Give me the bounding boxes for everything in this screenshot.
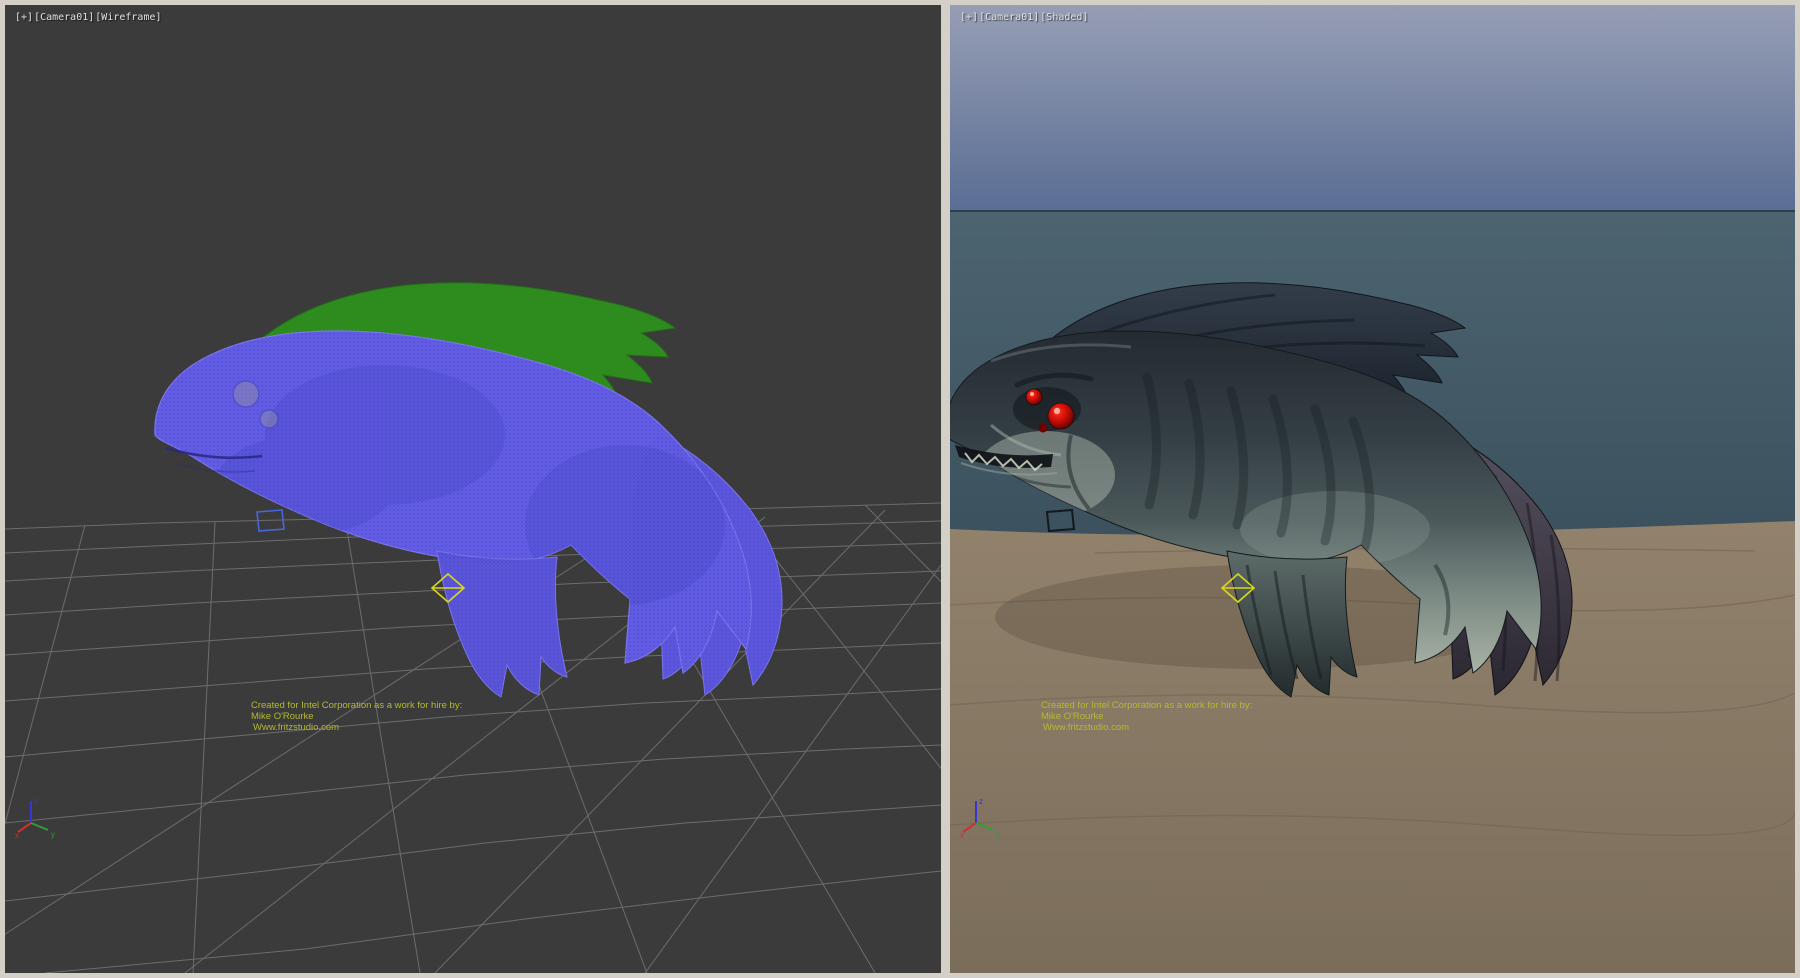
axis-x-label: x xyxy=(15,831,19,839)
viewport-label-left: [+] [Camera01] [Wireframe] xyxy=(15,12,162,23)
viewport-divider[interactable] xyxy=(941,5,950,973)
viewport-label-right: [+] [Camera01] [Shaded] xyxy=(960,12,1088,23)
camera-name-label[interactable]: [Camera01] xyxy=(979,12,1039,23)
fish-eye xyxy=(233,381,259,407)
eye-highlight xyxy=(1030,392,1034,396)
sky xyxy=(950,5,1795,212)
fish-eye-small xyxy=(1039,424,1048,433)
shaded-scene-canvas[interactable] xyxy=(950,5,1795,973)
world-axis-tripod: z x y xyxy=(15,793,59,839)
viewport-menu-button[interactable]: [+] xyxy=(15,12,33,23)
fish-eye-red xyxy=(1026,389,1042,405)
viewport-menu-button[interactable]: [+] xyxy=(960,12,978,23)
fish-eye xyxy=(260,410,278,428)
axis-y-label: y xyxy=(51,830,55,839)
world-axis-tripod: z x y xyxy=(960,793,1004,839)
axis-z-label: z xyxy=(34,797,38,806)
shading-mode-label[interactable]: [Wireframe] xyxy=(95,12,161,23)
axis-y-label: y xyxy=(996,830,1000,839)
camera-name-label[interactable]: [Camera01] xyxy=(34,12,94,23)
fish-eye-red xyxy=(1048,403,1074,429)
wireframe-scene-canvas[interactable] xyxy=(5,5,941,973)
axis-x-label: x xyxy=(960,831,964,839)
shading-mode-label[interactable]: [Shaded] xyxy=(1040,12,1088,23)
eye-highlight xyxy=(1054,408,1060,414)
axis-z-label: z xyxy=(979,797,983,806)
viewport-left[interactable]: [+] [Camera01] [Wireframe] xyxy=(5,5,941,973)
viewport-right[interactable]: [+] [Camera01] [Shaded] xyxy=(950,5,1795,973)
viewport-frame: [+] [Camera01] [Wireframe] xyxy=(0,0,1800,978)
